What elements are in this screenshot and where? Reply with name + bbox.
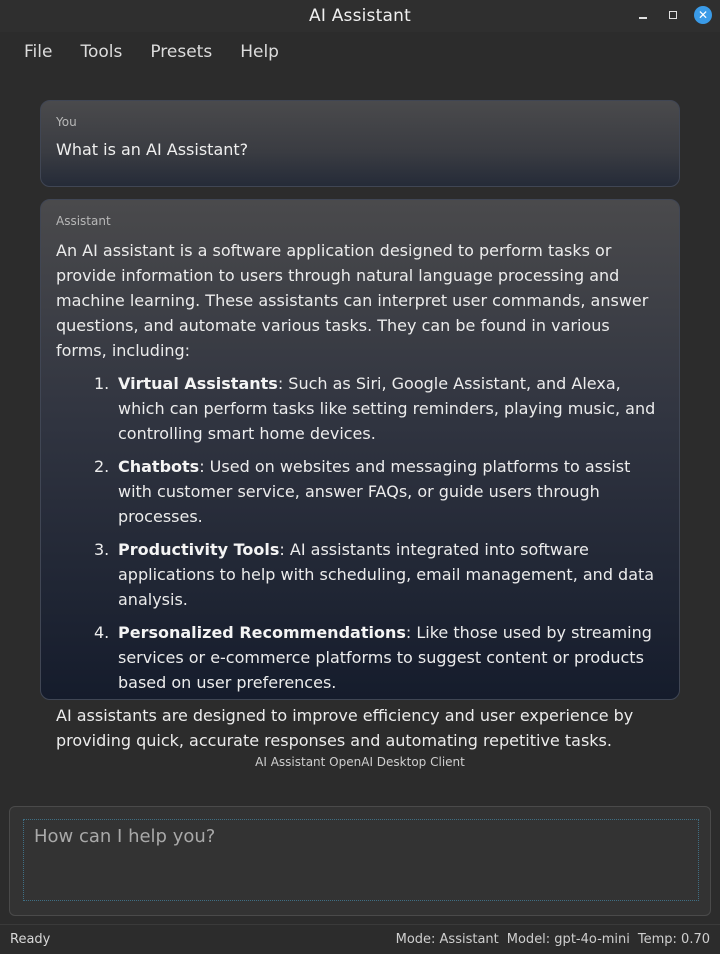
list-item-term: Virtual Assistants [118, 374, 278, 393]
status-model: Model: gpt-4o-mini [506, 932, 630, 947]
list-item-number: 3. [94, 540, 110, 559]
close-icon[interactable]: ✕ [694, 6, 712, 24]
title-bar: AI Assistant ✕ [0, 0, 720, 32]
menu-presets[interactable]: Presets [136, 36, 226, 68]
assistant-sender-label: Assistant [56, 214, 111, 228]
status-temp: Temp: 0.70 [637, 932, 710, 947]
app-window: AI Assistant ✕ File Tools Presets Help Y… [0, 0, 720, 954]
menu-bar: File Tools Presets Help [0, 32, 720, 72]
user-message-bubble: You What is an AI Assistant? [40, 100, 680, 187]
status-details: Mode: Assistant Model: gpt-4o-mini Temp:… [396, 932, 710, 947]
status-state: Ready [10, 932, 51, 947]
list-item-number: 4. [94, 623, 110, 642]
assistant-outro-text: AI assistants are designed to improve ef… [56, 706, 634, 750]
menu-file[interactable]: File [10, 36, 66, 68]
window-title: AI Assistant [309, 6, 411, 26]
list-item: 4. Personalized Recommendations: Like th… [56, 620, 664, 695]
list-item: 3. Productivity Tools: AI assistants int… [56, 537, 664, 612]
chat-history: You What is an AI Assistant? Assistant A… [40, 100, 680, 750]
list-item-term: Chatbots [118, 457, 200, 476]
window-controls: ✕ [634, 6, 712, 24]
menu-tools[interactable]: Tools [66, 36, 136, 68]
list-item-term: Personalized Recommendations [118, 623, 406, 642]
assistant-intro-text: An AI assistant is a software applicatio… [56, 241, 649, 360]
list-item: 2. Chatbots: Used on websites and messag… [56, 454, 664, 529]
list-item-number: 1. [94, 374, 110, 393]
user-message-text: What is an AI Assistant? [56, 140, 249, 159]
user-sender-label: You [56, 115, 77, 129]
prompt-input[interactable] [23, 819, 699, 901]
maximize-icon[interactable] [664, 6, 682, 24]
list-item-term: Productivity Tools [118, 540, 280, 559]
assistant-list: 1. Virtual Assistants: Such as Siri, Goo… [56, 371, 664, 695]
list-item: 1. Virtual Assistants: Such as Siri, Goo… [56, 371, 664, 446]
status-mode: Mode: Assistant [395, 932, 499, 947]
app-caption: AI Assistant OpenAI Desktop Client [255, 755, 465, 769]
status-bar: Ready Mode: Assistant Model: gpt-4o-mini… [0, 924, 720, 954]
menu-help[interactable]: Help [226, 36, 293, 68]
input-frame [9, 806, 711, 916]
list-item-number: 2. [94, 457, 110, 476]
assistant-message-bubble: Assistant An AI assistant is a software … [40, 199, 680, 750]
minimize-icon[interactable] [634, 6, 652, 24]
